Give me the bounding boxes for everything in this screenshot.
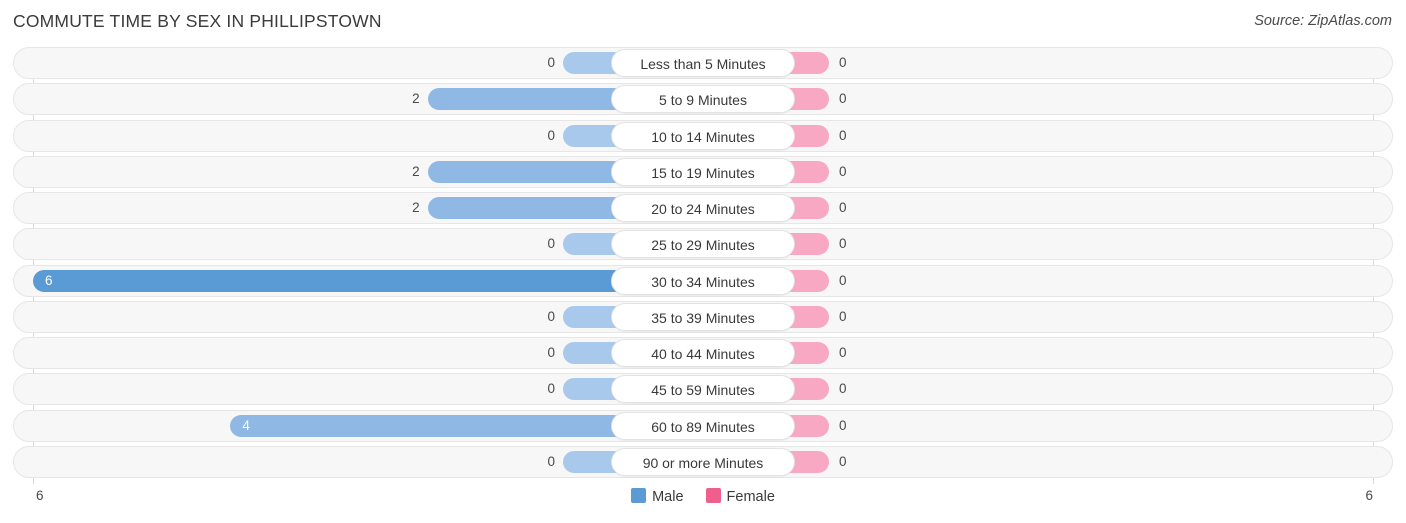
chart-legend: Male Female [0, 488, 1406, 505]
category-label: 45 to 59 Minutes [611, 375, 795, 404]
category-label: 90 or more Minutes [611, 447, 795, 476]
bar-value-female: 0 [839, 91, 847, 107]
bar-male [427, 88, 625, 111]
bar-value-female: 0 [839, 55, 847, 70]
table-row: 4 0 60 to 89 Minutes [13, 409, 1393, 442]
bar-value-male: 0 [547, 453, 555, 469]
category-label: 35 to 39 Minutes [611, 302, 795, 331]
legend-label: Female [726, 489, 775, 505]
bar-value-male: 0 [547, 345, 555, 360]
chart-footer: 6 6 Male Female [0, 484, 1406, 523]
legend-swatch-icon [631, 488, 647, 503]
bar-male [33, 269, 625, 292]
legend-item[interactable]: Female [705, 488, 775, 505]
bar-value-male: 2 [412, 163, 420, 179]
category-label: 25 to 29 Minutes [611, 230, 795, 259]
table-row: 0 0 25 to 29 Minutes [13, 228, 1393, 261]
table-row: 0 0 40 to 44 Minutes [13, 337, 1393, 369]
table-row: 0 0 35 to 39 Minutes [13, 300, 1393, 333]
category-label: 10 to 14 Minutes [611, 121, 795, 150]
table-row: 0 0 90 or more Minutes [13, 445, 1393, 478]
bar-male [230, 414, 625, 437]
bar-value-male: 2 [412, 91, 420, 107]
table-row: 2 0 5 to 9 Minutes [13, 83, 1393, 116]
bar-value-female: 0 [839, 127, 847, 143]
bar-value-female: 0 [839, 453, 847, 469]
bar-male [427, 160, 625, 183]
category-label: 5 to 9 Minutes [611, 85, 795, 114]
bar-value-female: 0 [839, 236, 847, 252]
legend-item[interactable]: Male [631, 488, 684, 505]
bar-value-male: 0 [547, 127, 555, 143]
category-label: 15 to 19 Minutes [611, 157, 795, 186]
legend-swatch-icon [705, 488, 721, 503]
bar-value-male: 0 [547, 55, 555, 70]
bar-value-male: 0 [547, 236, 555, 252]
source-attribution: Source: ZipAtlas.com [1254, 13, 1392, 29]
category-label: 60 to 89 Minutes [611, 411, 795, 440]
bar-value-male: 4 [242, 417, 250, 433]
bar-value-female: 0 [839, 308, 847, 324]
category-label: 20 to 24 Minutes [611, 194, 795, 222]
bar-value-male: 6 [45, 272, 53, 288]
bar-value-male: 0 [547, 308, 555, 324]
bar-value-female: 0 [839, 200, 847, 215]
diverging-bar-chart: 0 0 Less than 5 Minutes 2 0 5 to 9 Minutes 0 0 1… [0, 47, 1406, 487]
chart-header: COMMUTE TIME BY SEX IN PHILLIPSTOWN Sour… [0, 0, 1406, 45]
bar-value-female: 0 [839, 381, 847, 397]
page-title: COMMUTE TIME BY SEX IN PHILLIPSTOWN [13, 11, 382, 31]
category-label: 40 to 44 Minutes [611, 339, 795, 367]
bar-value-female: 0 [839, 163, 847, 179]
bar-value-female: 0 [839, 345, 847, 360]
table-row: 6 0 30 to 34 Minutes [13, 264, 1393, 297]
legend-label: Male [652, 489, 684, 505]
bar-male [427, 197, 625, 219]
table-row: 0 0 Less than 5 Minutes [13, 47, 1393, 79]
table-row: 0 0 10 to 14 Minutes [13, 119, 1393, 152]
bar-value-female: 0 [839, 272, 847, 288]
table-row: 0 0 45 to 59 Minutes [13, 373, 1393, 406]
category-label: 30 to 34 Minutes [611, 266, 795, 295]
category-label: Less than 5 Minutes [611, 49, 795, 77]
bar-value-female: 0 [839, 417, 847, 433]
bar-value-male: 2 [412, 200, 420, 215]
table-row: 2 0 20 to 24 Minutes [13, 192, 1393, 224]
table-row: 2 0 15 to 19 Minutes [13, 155, 1393, 188]
bar-value-male: 0 [547, 381, 555, 397]
